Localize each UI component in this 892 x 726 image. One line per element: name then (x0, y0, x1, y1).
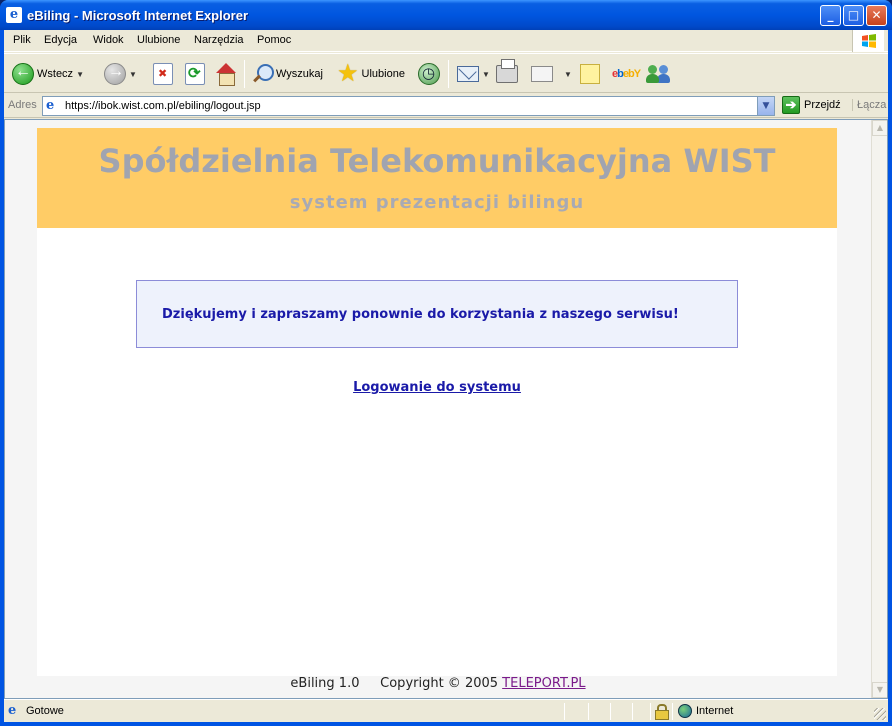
ie-icon: e (6, 7, 22, 23)
title-bar[interactable]: e eBiling - Microsoft Internet Explorer … (0, 0, 892, 30)
menu-widok[interactable]: Widok (93, 34, 124, 46)
status-separator (564, 703, 565, 720)
edit-button[interactable]: ▼ (531, 60, 572, 88)
search-icon (251, 63, 274, 85)
search-button[interactable]: Wyszukaj (251, 60, 323, 88)
stop-button[interactable] (153, 60, 173, 88)
favorites-star-icon: ★ (337, 60, 359, 87)
windows-flag-icon (862, 34, 876, 48)
menu-ulubione[interactable]: Ulubione (137, 34, 180, 46)
address-bar: Adres e https://ibok.wist.com.pl/ebiling… (4, 94, 888, 118)
ebay-button[interactable]: ebebY (612, 60, 641, 88)
address-dropdown-icon[interactable]: ▼ (757, 97, 774, 115)
menu-narzedzia[interactable]: Narzędzia (194, 34, 244, 46)
toolbar-separator (448, 60, 449, 88)
status-separator (650, 703, 651, 720)
page-icon: e (46, 98, 55, 113)
mail-button[interactable]: ▼ (457, 60, 490, 88)
banner-subtitle: system prezentacji bilingu (289, 192, 585, 213)
status-separator (588, 703, 589, 720)
footer-app-version: eBiling 1.0 (290, 676, 360, 691)
messenger-button[interactable] (646, 60, 670, 88)
page-footer: eBiling 1.0 Copyright © 2005 TELEPORT.PL (5, 676, 871, 698)
forward-arrow-icon (104, 63, 126, 85)
back-label: Wstecz (37, 68, 74, 80)
sticky-note-icon (580, 64, 600, 84)
go-arrow-icon: ➔ (782, 96, 800, 114)
links-label[interactable]: Łącza (852, 99, 886, 111)
back-arrow-icon (12, 63, 34, 85)
print-button[interactable] (496, 59, 518, 88)
internet-zone-icon (678, 704, 692, 718)
scroll-up-icon[interactable]: ▲ (872, 120, 887, 136)
browser-window: e eBiling - Microsoft Internet Explorer … (0, 0, 892, 726)
ebay-icon: ebebY (612, 68, 641, 80)
footer-copyright: Copyright © 2005 (380, 676, 499, 691)
address-input[interactable]: e https://ibok.wist.com.pl/ebiling/logou… (42, 96, 775, 116)
forward-button[interactable]: ▼ (104, 60, 137, 88)
window-title: eBiling - Microsoft Internet Explorer (27, 8, 249, 23)
web-page: Spółdzielnia Telekomunikacyjna WIST syst… (5, 120, 871, 698)
menu-pomoc[interactable]: Pomoc (257, 34, 291, 46)
windows-logo (852, 30, 884, 52)
toolbar: Wstecz ▼ ▼ Wyszukaj ★ Ul (4, 53, 888, 93)
status-separator (632, 703, 633, 720)
stop-icon (153, 63, 173, 85)
close-button[interactable]: ✕ (866, 5, 887, 26)
resize-grip-icon[interactable] (874, 708, 886, 720)
toolbar-separator (244, 60, 245, 88)
favorites-label: Ulubione (361, 68, 405, 80)
menu-bar: Plik Edycja Widok Ulubione Narzędzia Pom… (4, 30, 888, 52)
history-icon (418, 63, 440, 85)
printer-icon (496, 59, 518, 83)
page-viewport: Spółdzielnia Telekomunikacyjna WIST syst… (4, 119, 888, 699)
scroll-down-icon[interactable]: ▼ (872, 682, 887, 698)
mail-dropdown-icon[interactable]: ▼ (482, 70, 490, 79)
favorites-button[interactable]: ★ Ulubione (337, 60, 405, 88)
logout-message-box: Dziękujemy i zapraszamy ponownie do korz… (136, 280, 738, 348)
ssl-lock-icon[interactable] (655, 704, 669, 720)
status-separator (672, 703, 673, 720)
footer-teleport-link[interactable]: TELEPORT.PL (502, 676, 585, 691)
edit-icon (531, 66, 553, 82)
logout-message: Dziękujemy i zapraszamy ponownie do korz… (162, 307, 679, 322)
maximize-button[interactable]: □ (843, 5, 864, 26)
home-button[interactable] (215, 60, 237, 88)
forward-dropdown-icon[interactable]: ▼ (129, 70, 137, 79)
window-client: Plik Edycja Widok Ulubione Narzędzia Pom… (4, 30, 888, 722)
edit-dropdown-icon[interactable]: ▼ (564, 70, 572, 79)
status-bar: e Gotowe Internet (4, 699, 888, 722)
messenger-icon (646, 63, 670, 85)
search-label: Wyszukaj (276, 68, 323, 80)
banner-title: Spółdzielnia Telekomunikacyjna WIST (98, 142, 776, 180)
page-container: Spółdzielnia Telekomunikacyjna WIST syst… (37, 128, 837, 676)
status-separator (610, 703, 611, 720)
mail-icon (457, 66, 479, 82)
menu-edycja[interactable]: Edycja (44, 34, 77, 46)
refresh-icon (185, 63, 205, 85)
notes-button[interactable] (580, 60, 600, 88)
status-page-icon: e (8, 703, 17, 718)
login-link[interactable]: Logowanie do systemu (37, 380, 837, 395)
address-url[interactable]: https://ibok.wist.com.pl/ebiling/logout.… (65, 100, 261, 112)
vertical-scrollbar[interactable]: ▲ ▼ (871, 120, 887, 698)
go-label: Przejdź (804, 99, 841, 111)
back-button[interactable]: Wstecz ▼ (12, 60, 84, 88)
home-icon (215, 63, 237, 86)
minimize-button[interactable]: _ (820, 5, 841, 26)
status-text: Gotowe (26, 705, 64, 717)
address-label: Adres (8, 99, 37, 111)
zone-text: Internet (696, 705, 734, 717)
menu-plik[interactable]: Plik (13, 34, 31, 46)
go-button[interactable]: ➔ Przejdź (782, 96, 841, 114)
history-button[interactable] (418, 60, 440, 88)
back-dropdown-icon[interactable]: ▼ (76, 70, 84, 79)
refresh-button[interactable] (185, 60, 205, 88)
header-banner: Spółdzielnia Telekomunikacyjna WIST syst… (37, 128, 837, 228)
